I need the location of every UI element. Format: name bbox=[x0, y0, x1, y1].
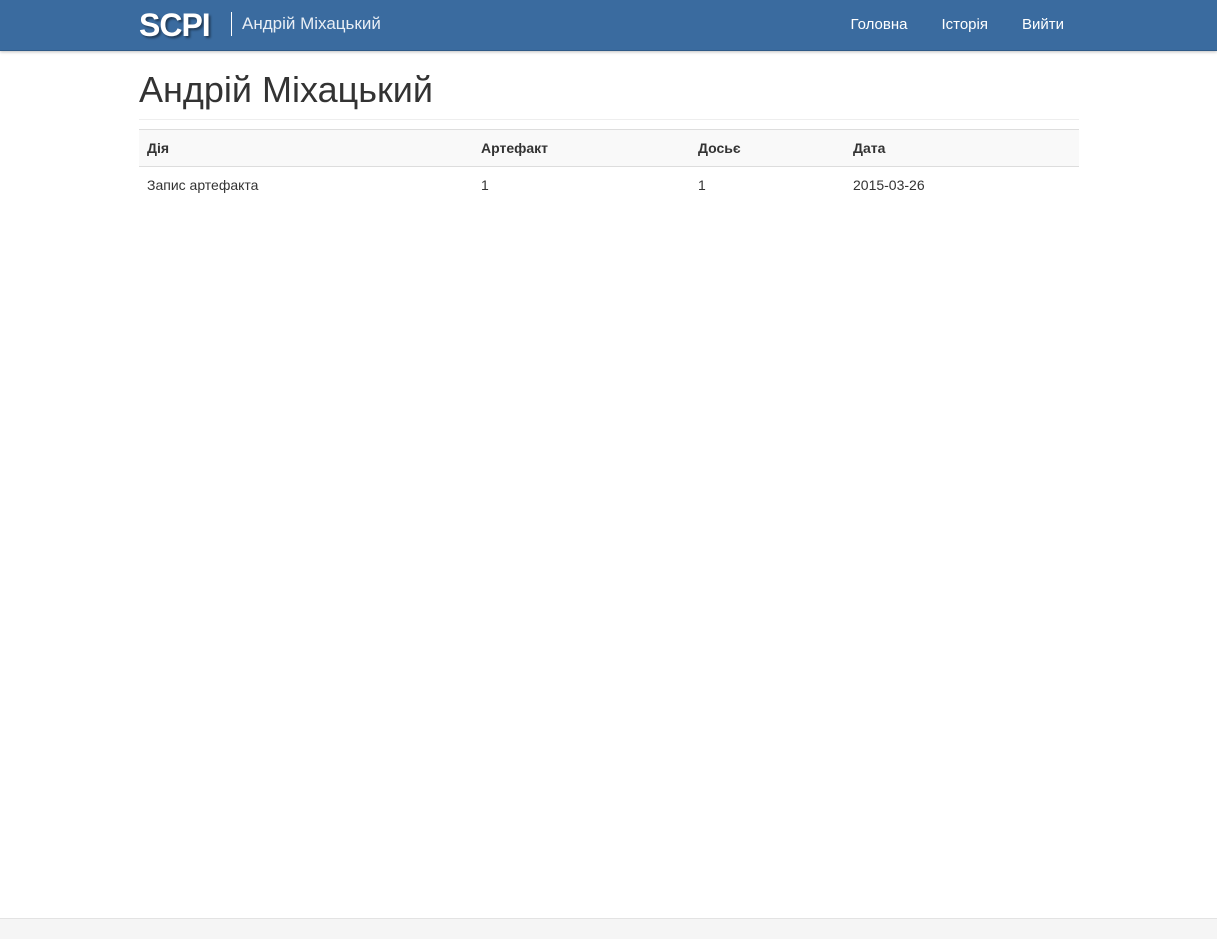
navbar-user-name: Андрій Міхацький bbox=[242, 14, 381, 33]
nav-link-logout[interactable]: Вийти bbox=[1005, 0, 1081, 50]
nav-links: Головна Історія Вийти bbox=[833, 0, 1081, 50]
cell-date: 2015-03-26 bbox=[853, 177, 925, 193]
cell-action: Запис артефакта bbox=[147, 177, 259, 193]
column-header-artifact[interactable]: Артефакт bbox=[473, 129, 690, 167]
brand-logo[interactable]: SCPI bbox=[139, 5, 211, 45]
nav-link-home[interactable]: Головна bbox=[833, 0, 924, 50]
history-table: Дія Артефакт Досьє Дата Запис артефакта … bbox=[139, 129, 1079, 203]
cell-artifact: 1 bbox=[481, 177, 489, 193]
column-header-action[interactable]: Дія bbox=[139, 129, 473, 167]
column-header-date[interactable]: Дата bbox=[845, 129, 1079, 167]
page-footer bbox=[0, 918, 1217, 939]
top-navbar: SCPI Андрій Міхацький Головна Історія Ви… bbox=[0, 0, 1217, 51]
table-row: Запис артефакта 1 1 2015-03-26 bbox=[139, 167, 1079, 204]
brand-divider bbox=[231, 12, 232, 36]
page-title: Андрій Міхацький bbox=[139, 69, 433, 110]
history-table-container: Дія Артефакт Досьє Дата Запис артефакта … bbox=[139, 129, 1079, 203]
column-header-dossier[interactable]: Досьє bbox=[690, 129, 845, 167]
cell-dossier: 1 bbox=[698, 177, 706, 193]
nav-link-history[interactable]: Історія bbox=[924, 0, 1005, 50]
page-header: Андрій Міхацький bbox=[139, 62, 1079, 120]
table-header-row: Дія Артефакт Досьє Дата bbox=[139, 129, 1079, 167]
